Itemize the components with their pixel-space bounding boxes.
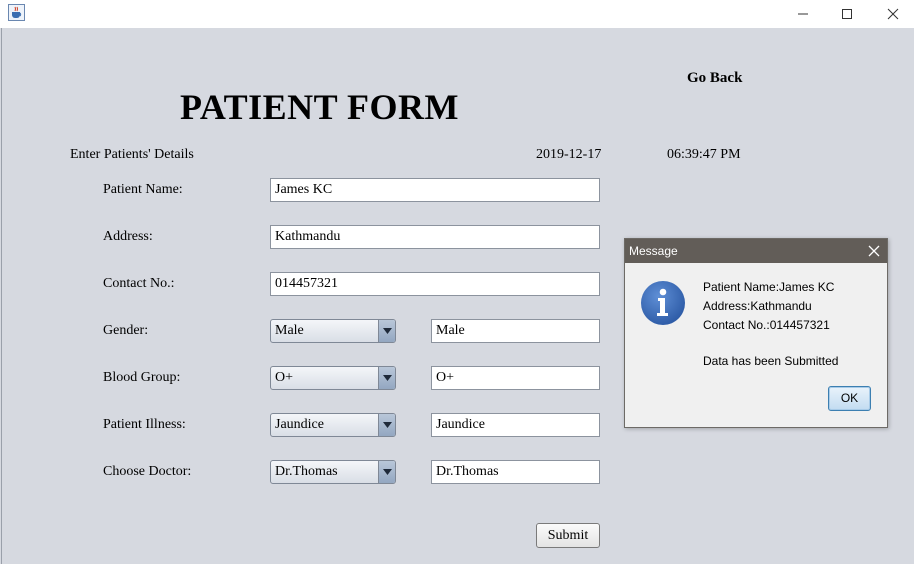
chevron-down-icon[interactable] [378,367,395,389]
illness-select[interactable]: Jaundice [270,413,396,437]
dialog-message-line: Address:Kathmandu [703,299,812,313]
illness-label: Patient Illness: [103,417,186,432]
blood-group-label: Blood Group: [103,370,181,385]
info-icon [639,279,687,327]
gender-label: Gender: [103,323,149,338]
illness-select-value: Jaundice [275,417,324,432]
chevron-down-icon[interactable] [378,414,395,436]
chevron-down-icon[interactable] [378,320,395,342]
address-label: Address: [103,229,153,244]
contact-input[interactable]: 014457321 [270,272,600,296]
close-icon [887,8,899,20]
blood-group-field[interactable]: O+ [431,366,600,390]
contact-label: Contact No.: [103,276,175,291]
doctor-select-value: Dr.Thomas [275,464,338,479]
message-dialog: Message Patient Name:James KC Address:Ka… [624,238,888,428]
illness-field[interactable]: Jaundice [431,413,600,437]
dialog-message-line: Patient Name:James KC [703,280,835,294]
java-coffee-cup-icon [8,4,25,21]
doctor-label: Choose Doctor: [103,464,192,479]
dialog-message-line: Data has been Submitted [703,354,839,368]
go-back-link[interactable]: Go Back [687,70,742,87]
minimize-icon [798,13,808,15]
current-time: 06:39:47 PM [667,147,741,162]
dialog-message-line: Contact No.:014457321 [703,318,830,332]
ok-button[interactable]: OK [828,386,871,411]
minimize-button[interactable] [780,0,826,28]
window-titlebar [0,0,914,28]
blood-group-select[interactable]: O+ [270,366,396,390]
gender-select-value: Male [275,323,304,338]
page-title: PATIENT FORM [180,87,460,127]
gender-field[interactable]: Male [431,319,600,343]
close-icon[interactable] [867,244,881,258]
blood-group-select-value: O+ [275,370,294,385]
doctor-field[interactable]: Dr.Thomas [431,460,600,484]
patient-name-input[interactable]: James KC [270,178,600,202]
form-subtitle: Enter Patients' Details [70,147,194,162]
gender-select[interactable]: Male [270,319,396,343]
patient-name-label: Patient Name: [103,182,183,197]
dialog-title: Message [629,244,678,258]
maximize-button[interactable] [824,0,870,28]
address-input[interactable]: Kathmandu [270,225,600,249]
dialog-titlebar: Message [625,239,887,263]
doctor-select[interactable]: Dr.Thomas [270,460,396,484]
submit-button[interactable]: Submit [536,523,600,548]
close-window-button[interactable] [870,0,914,28]
maximize-icon [842,9,852,19]
current-date: 2019-12-17 [536,147,602,162]
chevron-down-icon[interactable] [378,461,395,483]
